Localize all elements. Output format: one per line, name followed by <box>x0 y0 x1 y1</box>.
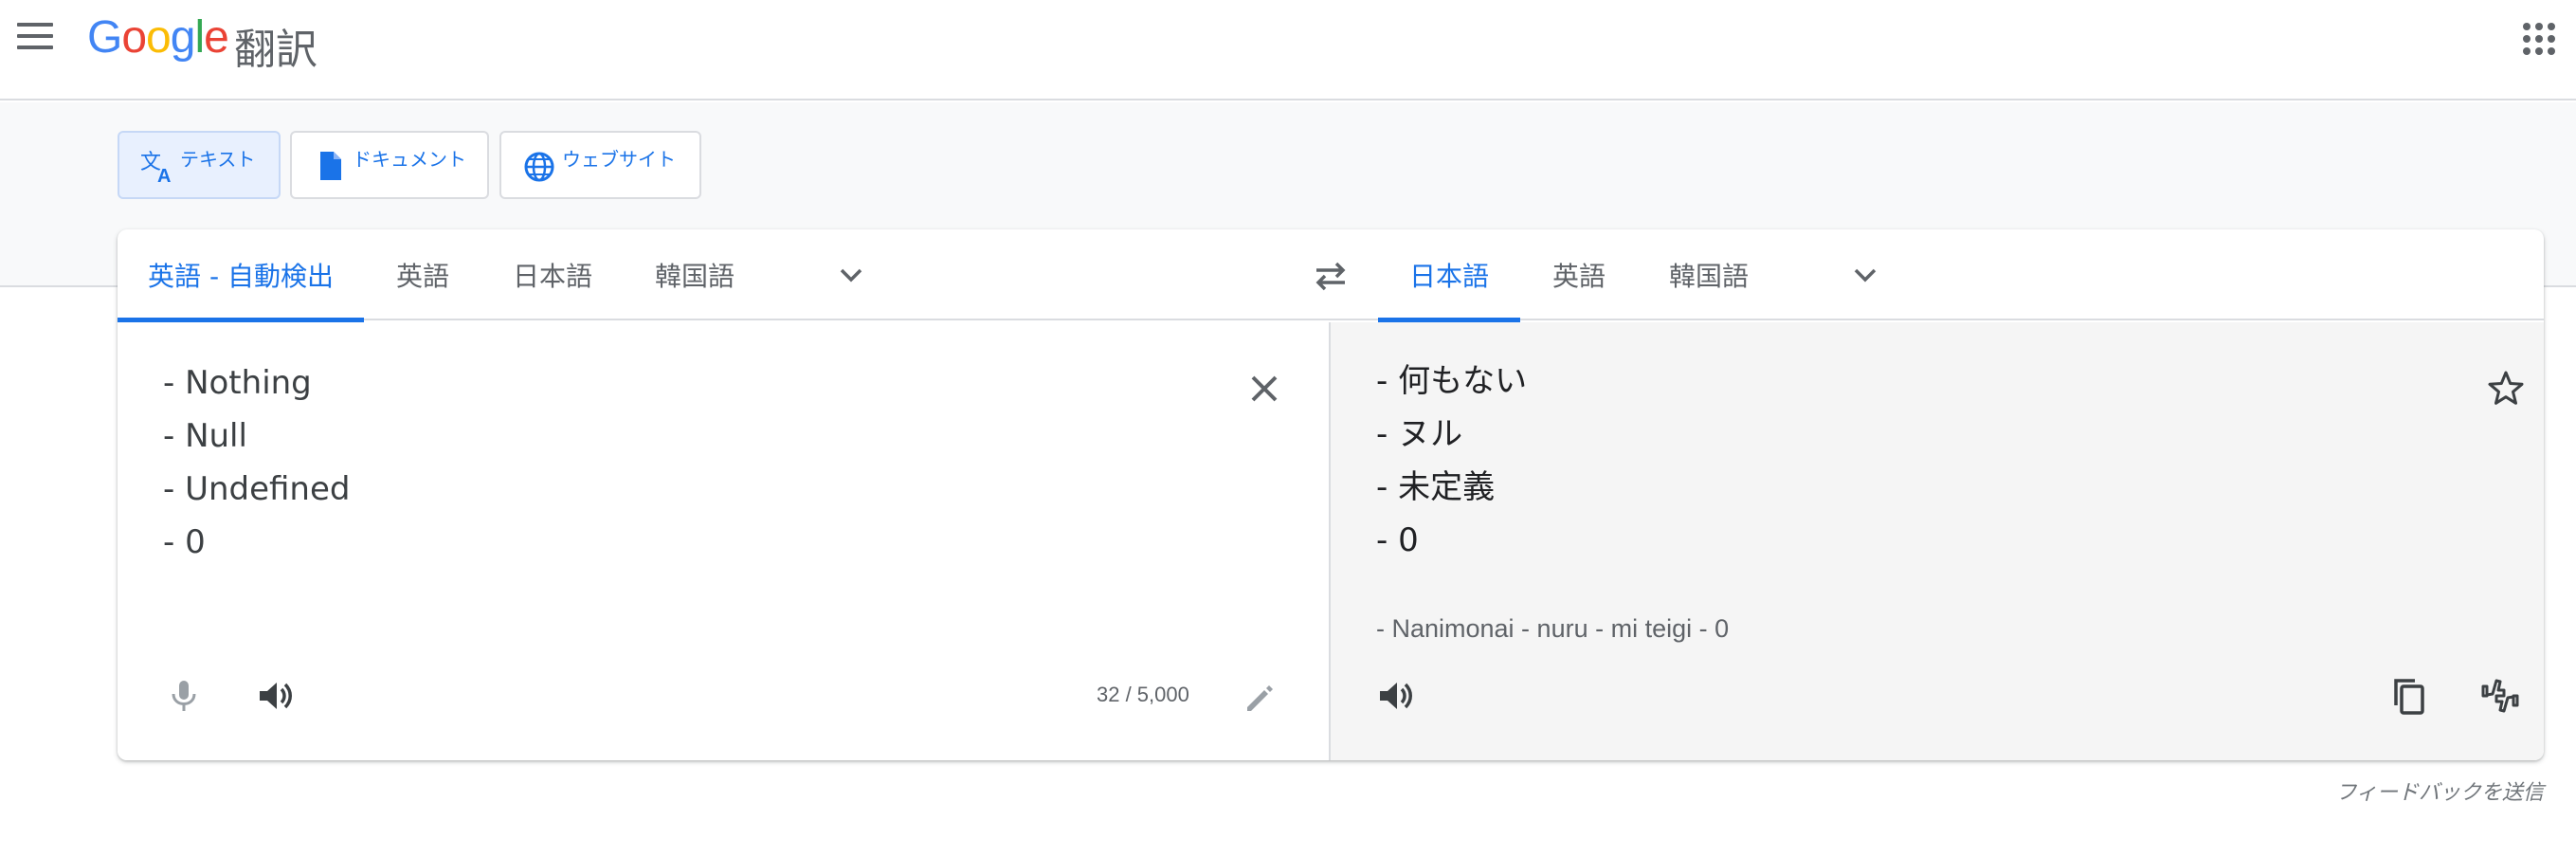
product-name: 翻訳 <box>234 26 317 74</box>
language-bar: 英語 - 自動検出 英語 日本語 韓国語 日本語 英語 韓国語 <box>118 229 2544 322</box>
source-lang-tab-auto[interactable]: 英語 - 自動検出 <box>118 229 364 322</box>
translation-card: 英語 - 自動検出 英語 日本語 韓国語 日本語 英語 韓国語 - Nothin… <box>118 229 2544 760</box>
translate-icon: 文 A <box>140 151 171 184</box>
logo-letter: G <box>87 12 122 63</box>
translated-line: - 未定義 <box>1376 468 1496 506</box>
rate-translation-icon[interactable] <box>2477 673 2523 719</box>
target-lang-tab-korean[interactable]: 韓国語 <box>1638 229 1780 320</box>
microphone-icon[interactable] <box>161 673 207 719</box>
hamburger-menu-icon[interactable] <box>17 23 53 53</box>
pencil-icon[interactable] <box>1236 675 1281 720</box>
mode-button-text[interactable]: 文 A テキスト <box>118 131 281 199</box>
star-icon[interactable] <box>2485 368 2527 410</box>
speaker-icon[interactable] <box>252 673 298 719</box>
source-text-area[interactable]: - Nothing - Null - Undefined - 0 32 / 5,… <box>118 322 1331 760</box>
source-line: - Undefined <box>163 470 351 508</box>
logo-letter: g <box>170 12 196 63</box>
translated-line: - 何もない <box>1376 362 1528 400</box>
logo-letter: o <box>146 12 172 63</box>
source-lang-tab-japanese[interactable]: 日本語 <box>481 229 624 320</box>
logo-letter: e <box>204 12 229 63</box>
apps-grid-icon[interactable] <box>2523 23 2555 55</box>
source-lang-tab-english[interactable]: 英語 <box>364 229 481 320</box>
source-line: - Null <box>163 417 247 455</box>
mode-label: ウェブサイト <box>562 147 676 171</box>
target-lang-tab-japanese[interactable]: 日本語 <box>1378 229 1520 322</box>
top-app-bar: Google 翻訳 <box>0 0 2576 100</box>
mode-label: ドキュメント <box>353 147 466 171</box>
clear-source-icon[interactable] <box>1245 370 1283 408</box>
target-lang-tab-english[interactable]: 英語 <box>1520 229 1638 320</box>
translated-line: - 0 <box>1376 521 1419 559</box>
mode-button-document[interactable]: ドキュメント <box>290 131 489 199</box>
source-text[interactable]: - Nothing - Null - Undefined - 0 <box>163 356 350 569</box>
source-line: - 0 <box>163 523 206 561</box>
chevron-down-icon[interactable] <box>1848 258 1882 292</box>
chevron-down-icon[interactable] <box>834 258 868 292</box>
copy-icon[interactable] <box>2386 673 2432 719</box>
romanization-text: - Nanimonai - nuru - mi teigi - 0 <box>1376 614 1730 643</box>
google-logo[interactable]: Google <box>87 11 229 64</box>
logo-letter: o <box>121 12 147 63</box>
logo-letter: l <box>194 12 205 63</box>
document-icon <box>320 152 341 180</box>
send-feedback-link[interactable]: フィードバックを送信 <box>2335 775 2544 806</box>
character-counter: 32 / 5,000 <box>1097 683 1189 706</box>
target-text-area: - 何もない - ヌル - 未定義 - 0 - Nanimonai - nuru… <box>1331 322 2544 760</box>
translated-line: - ヌル <box>1376 415 1463 453</box>
source-line: - Nothing <box>163 364 312 402</box>
source-lang-tab-korean[interactable]: 韓国語 <box>624 229 766 320</box>
swap-languages-icon[interactable] <box>1311 256 1351 296</box>
translated-text: - 何もない - ヌル - 未定義 - 0 <box>1376 355 1527 567</box>
speaker-icon[interactable] <box>1372 673 1418 719</box>
globe-icon <box>524 152 554 182</box>
svg-text:A: A <box>157 166 171 184</box>
mode-label: テキスト <box>180 147 256 171</box>
mode-button-website[interactable]: ウェブサイト <box>499 131 701 199</box>
